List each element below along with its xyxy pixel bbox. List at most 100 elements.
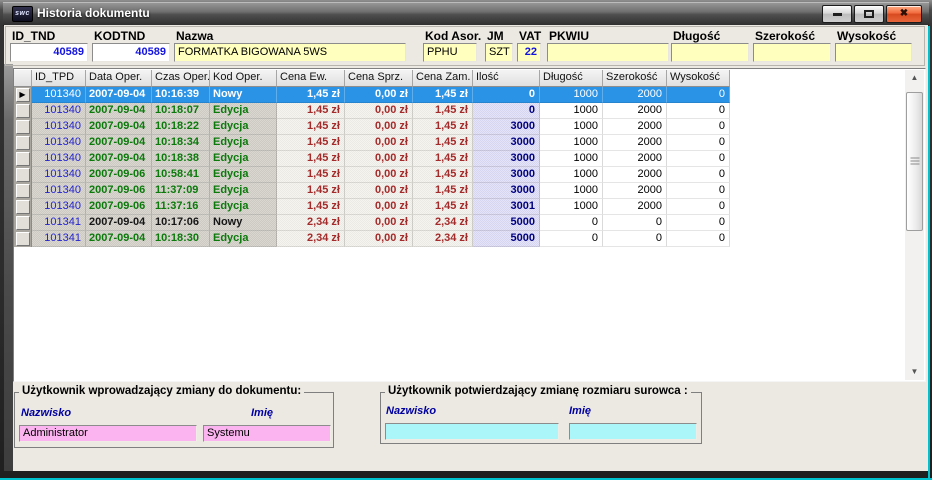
cell[interactable]: 5000 bbox=[473, 215, 540, 231]
cell[interactable]: 1,45 zł bbox=[277, 135, 345, 151]
row-selector[interactable]: ▶ bbox=[16, 88, 30, 102]
cell[interactable]: 1,45 zł bbox=[277, 151, 345, 167]
cell[interactable]: 2007-09-04 bbox=[86, 215, 152, 231]
imie-field[interactable]: Systemu bbox=[203, 425, 331, 442]
cell[interactable]: 0 bbox=[540, 215, 603, 231]
cell[interactable]: 10:16:39 bbox=[152, 87, 210, 103]
cell[interactable]: 0,00 zł bbox=[345, 119, 413, 135]
cell[interactable]: 2007-09-04 bbox=[86, 135, 152, 151]
column-header-wysokość[interactable]: Wysokość bbox=[667, 70, 730, 87]
cell[interactable]: 1,45 zł bbox=[413, 87, 473, 103]
field-value-kodtnd[interactable]: 40589 bbox=[92, 43, 170, 62]
cell[interactable]: 0 bbox=[667, 135, 730, 151]
cell[interactable]: 2007-09-06 bbox=[86, 167, 152, 183]
cell[interactable]: 1,45 zł bbox=[413, 199, 473, 215]
cell[interactable]: 2000 bbox=[603, 151, 667, 167]
cell[interactable]: Edycja bbox=[210, 199, 277, 215]
cell[interactable]: 101340 bbox=[32, 199, 86, 215]
cell[interactable]: 1000 bbox=[540, 87, 603, 103]
cell[interactable]: 0,00 zł bbox=[345, 103, 413, 119]
cell[interactable]: 10:18:30 bbox=[152, 231, 210, 247]
cell[interactable]: 2000 bbox=[603, 199, 667, 215]
cell[interactable]: 3000 bbox=[473, 167, 540, 183]
cell[interactable]: 1,45 zł bbox=[277, 119, 345, 135]
cell[interactable]: 2007-09-04 bbox=[86, 87, 152, 103]
cell[interactable]: Edycja bbox=[210, 231, 277, 247]
cell[interactable]: 5000 bbox=[473, 231, 540, 247]
cell[interactable]: Edycja bbox=[210, 119, 277, 135]
field-value-szerokość[interactable] bbox=[753, 43, 831, 62]
cell[interactable]: 0 bbox=[667, 151, 730, 167]
cell[interactable]: 101340 bbox=[32, 135, 86, 151]
cell[interactable]: 3000 bbox=[473, 119, 540, 135]
cell[interactable]: 1,45 zł bbox=[277, 87, 345, 103]
cell[interactable]: 1,45 zł bbox=[277, 183, 345, 199]
cell[interactable]: 0 bbox=[667, 199, 730, 215]
cell[interactable]: 11:37:16 bbox=[152, 199, 210, 215]
field-value-pkwiu[interactable] bbox=[547, 43, 669, 62]
cell[interactable]: 1000 bbox=[540, 183, 603, 199]
row-selector[interactable] bbox=[16, 104, 30, 118]
cell[interactable]: 1,45 zł bbox=[413, 167, 473, 183]
cell[interactable]: 0,00 zł bbox=[345, 183, 413, 199]
cell[interactable]: 0 bbox=[667, 167, 730, 183]
cell[interactable]: 1000 bbox=[540, 167, 603, 183]
cell[interactable]: 11:37:09 bbox=[152, 183, 210, 199]
cell[interactable]: 3000 bbox=[473, 183, 540, 199]
row-selector[interactable] bbox=[16, 152, 30, 166]
cell[interactable]: 10:18:38 bbox=[152, 151, 210, 167]
cell[interactable]: 2,34 zł bbox=[277, 215, 345, 231]
cell[interactable]: 101340 bbox=[32, 87, 86, 103]
cell[interactable]: 0 bbox=[667, 87, 730, 103]
cell[interactable]: 2000 bbox=[603, 103, 667, 119]
cell[interactable]: 2007-09-04 bbox=[86, 151, 152, 167]
cell[interactable]: 0,00 zł bbox=[345, 135, 413, 151]
cell[interactable]: 0 bbox=[473, 103, 540, 119]
column-header-data-oper[interactable]: Data Oper. bbox=[86, 70, 152, 87]
scroll-down-icon[interactable]: ▼ bbox=[905, 364, 924, 380]
field-value-jm[interactable]: SZT bbox=[485, 43, 513, 62]
nazwisko-field[interactable] bbox=[385, 423, 559, 440]
cell[interactable]: 1000 bbox=[540, 119, 603, 135]
row-selector[interactable] bbox=[16, 232, 30, 246]
cell[interactable]: 2007-09-04 bbox=[86, 231, 152, 247]
cell[interactable]: 1000 bbox=[540, 103, 603, 119]
nazwisko-field[interactable]: Administrator bbox=[19, 425, 197, 442]
field-value-vat[interactable]: 22 bbox=[517, 43, 541, 62]
row-selector[interactable] bbox=[16, 136, 30, 150]
cell[interactable]: 2000 bbox=[603, 87, 667, 103]
cell[interactable]: 0 bbox=[667, 183, 730, 199]
cell[interactable]: 1,45 zł bbox=[277, 167, 345, 183]
cell[interactable]: Edycja bbox=[210, 103, 277, 119]
cell[interactable]: 2000 bbox=[603, 167, 667, 183]
column-header-długość[interactable]: Długość bbox=[540, 70, 603, 87]
cell[interactable]: 101340 bbox=[32, 167, 86, 183]
cell[interactable]: 0,00 zł bbox=[345, 87, 413, 103]
cell[interactable]: 0,00 zł bbox=[345, 167, 413, 183]
cell[interactable]: 0 bbox=[603, 231, 667, 247]
cell[interactable]: 2007-09-06 bbox=[86, 199, 152, 215]
cell[interactable]: Edycja bbox=[210, 151, 277, 167]
cell[interactable]: 3001 bbox=[473, 199, 540, 215]
cell[interactable]: 0,00 zł bbox=[345, 151, 413, 167]
cell[interactable]: 10:18:34 bbox=[152, 135, 210, 151]
column-header-szerokość[interactable]: Szerokość bbox=[603, 70, 667, 87]
row-selector[interactable] bbox=[16, 216, 30, 230]
vertical-scrollbar[interactable]: ▲ ▼ bbox=[905, 70, 924, 380]
cell[interactable]: 0 bbox=[667, 231, 730, 247]
cell[interactable]: 3000 bbox=[473, 135, 540, 151]
cell[interactable]: 1,45 zł bbox=[413, 119, 473, 135]
row-selector[interactable] bbox=[16, 120, 30, 134]
cell[interactable]: 101340 bbox=[32, 119, 86, 135]
cell[interactable]: 2007-09-04 bbox=[86, 103, 152, 119]
cell[interactable]: 2007-09-04 bbox=[86, 119, 152, 135]
column-header-id-tpd[interactable]: ID_TPD bbox=[32, 70, 86, 87]
column-header-kod-oper[interactable]: Kod Oper. bbox=[210, 70, 277, 87]
cell[interactable]: 1,45 zł bbox=[277, 103, 345, 119]
cell[interactable]: 0 bbox=[473, 87, 540, 103]
cell[interactable]: Edycja bbox=[210, 167, 277, 183]
cell[interactable]: 10:58:41 bbox=[152, 167, 210, 183]
cell[interactable]: 2,34 zł bbox=[413, 215, 473, 231]
cell[interactable]: 1,45 zł bbox=[277, 199, 345, 215]
cell[interactable]: 101340 bbox=[32, 151, 86, 167]
